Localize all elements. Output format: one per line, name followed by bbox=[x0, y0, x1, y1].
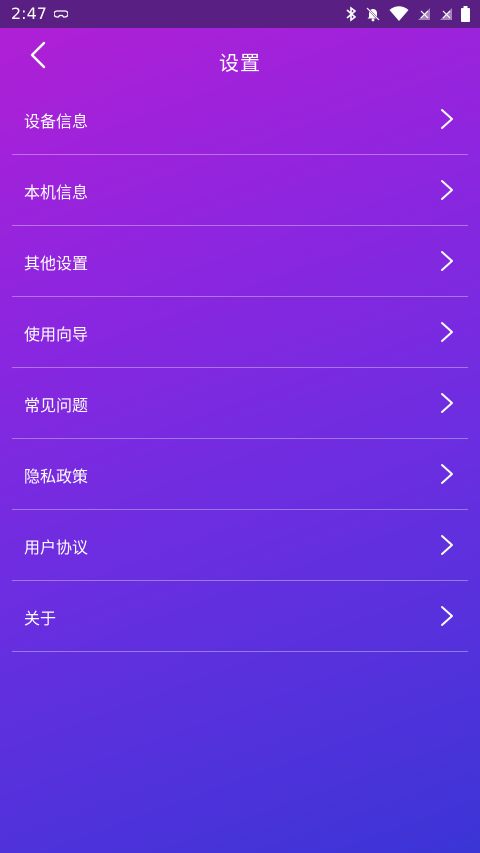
chevron-right-icon bbox=[441, 322, 453, 342]
menu-item-label: 设备信息 bbox=[24, 112, 89, 131]
page-title: 设置 bbox=[219, 51, 261, 75]
battery-icon bbox=[461, 6, 470, 22]
menu-item-about[interactable]: 关于 bbox=[12, 581, 468, 652]
app-bar: 设置 bbox=[0, 28, 480, 82]
menu-item-device-info[interactable]: 设备信息 bbox=[12, 84, 468, 155]
menu-item-label: 使用向导 bbox=[24, 325, 89, 344]
chevron-right-icon bbox=[441, 464, 453, 484]
menu-item-faq[interactable]: 常见问题 bbox=[12, 368, 468, 439]
status-time: 2:47 bbox=[11, 4, 47, 23]
menu-item-privacy-policy[interactable]: 隐私政策 bbox=[12, 439, 468, 510]
chevron-right-icon bbox=[441, 180, 453, 200]
status-bar: 2:47 bbox=[0, 0, 480, 28]
chevron-right-icon bbox=[441, 109, 453, 129]
chevron-right-icon bbox=[441, 251, 453, 271]
menu-item-usage-guide[interactable]: 使用向导 bbox=[12, 297, 468, 368]
menu-item-label: 其他设置 bbox=[24, 254, 89, 273]
bluetooth-icon bbox=[346, 6, 357, 22]
menu-item-label: 常见问题 bbox=[24, 396, 89, 415]
menu-item-local-info[interactable]: 本机信息 bbox=[12, 155, 468, 226]
no-signal-icon bbox=[418, 8, 430, 20]
menu-item-label: 隐私政策 bbox=[24, 467, 89, 486]
wifi-icon bbox=[389, 6, 409, 21]
chevron-right-icon bbox=[441, 606, 453, 626]
settings-list: 设备信息 本机信息 其他设置 使用向导 常见问题 隐私政策 用户协议 关于 bbox=[12, 84, 468, 652]
no-signal-icon bbox=[440, 8, 452, 20]
menu-item-other-settings[interactable]: 其他设置 bbox=[12, 226, 468, 297]
gamepad-icon bbox=[54, 10, 68, 18]
menu-item-label: 关于 bbox=[24, 609, 57, 628]
menu-item-user-agreement[interactable]: 用户协议 bbox=[12, 510, 468, 581]
notifications-off-icon bbox=[366, 7, 380, 22]
chevron-right-icon bbox=[441, 535, 453, 555]
status-icons bbox=[345, 5, 470, 23]
menu-item-label: 本机信息 bbox=[24, 183, 89, 202]
menu-item-label: 用户协议 bbox=[24, 538, 89, 557]
chevron-right-icon bbox=[441, 393, 453, 413]
